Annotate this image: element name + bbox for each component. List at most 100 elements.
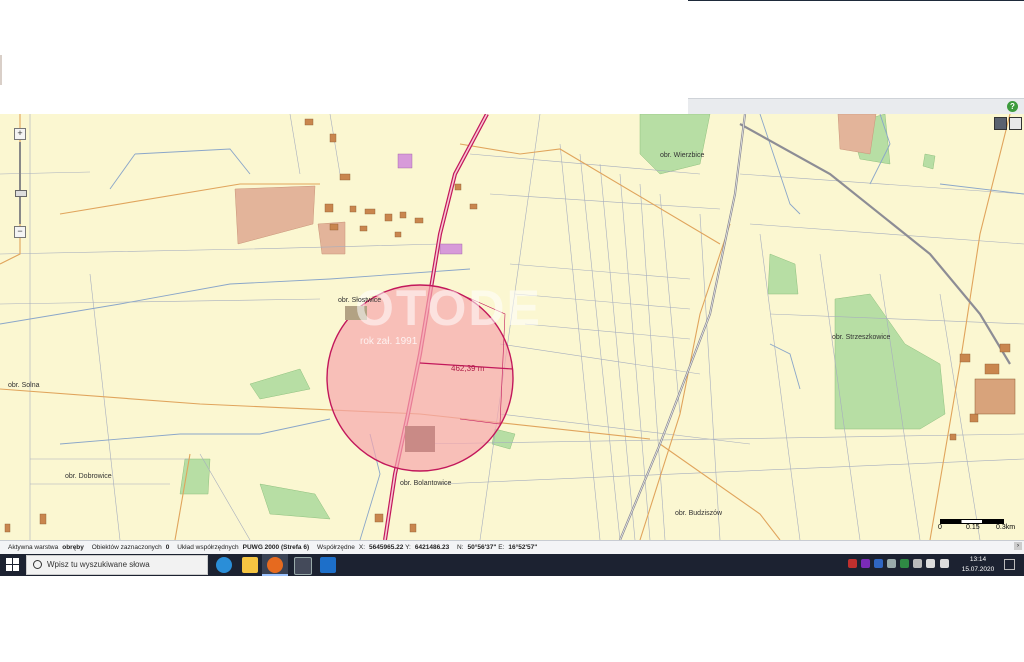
tray-shield-icon[interactable] [874,559,883,568]
building [414,217,424,224]
store-icon[interactable] [294,557,312,575]
status-crs-value: PUWG 2000 (Strefa 6) [242,544,310,551]
boundary-line [0,388,651,440]
status-selected-value: 0 [165,544,170,551]
building [359,225,368,232]
clock-time: 13:14 [969,556,987,563]
forest-area [249,368,311,400]
building [394,231,402,238]
status-crs-label: Układ współrzędnych [177,544,239,551]
status-selected-label: Obiektów zaznaczonych [91,544,162,551]
status-n-label: N: [457,544,464,551]
parcel-dark [405,426,435,452]
field-area [837,114,877,155]
label-bolantowice: obr. Bolantowice [400,480,452,487]
building [399,211,407,219]
file-explorer-icon[interactable] [242,557,258,573]
comment-icon[interactable] [994,117,1007,130]
farm-complex [974,378,1016,415]
firefox-icon[interactable] [267,557,283,573]
building [454,183,462,191]
zoom-slider-handle[interactable] [15,190,27,197]
distance-label: 462,39 m [451,364,485,373]
building [374,513,384,523]
tray-network-icon[interactable] [926,559,935,568]
outlook-icon[interactable] [320,557,336,573]
forest-area [639,114,711,175]
scale-label-0: 0 [938,524,942,531]
help-icon[interactable]: ? [1007,101,1018,112]
status-coords-label: Współrzędne [316,544,355,551]
status-layer-label: Aktywna warstwa [8,544,59,551]
search-tool-icon[interactable] [1009,117,1022,130]
field-area [234,185,316,245]
tray-onenote-icon[interactable] [861,559,870,568]
status-e-value: 16°52'57" [508,544,538,551]
status-n-value: 50°56'37" [467,544,497,551]
search-icon [33,560,42,569]
tray-volume-icon[interactable] [940,559,949,568]
tray-chevron-icon[interactable] [913,559,922,568]
status-scroll-icon[interactable]: › [1014,542,1022,550]
status-x-value: 5645965.22 [369,544,404,551]
label-wierzbice: obr. Wierzbice [660,152,705,159]
edge-icon[interactable] [216,557,232,573]
edge-mark [0,55,2,85]
tray-settings-icon[interactable] [887,559,896,568]
status-y-value: 6421486.23 [414,544,450,551]
building [999,343,1011,353]
label-dobrowice: obr. Dobrowice [65,473,112,480]
status-bar: Aktywna warstwa obręby Obiektów zaznaczon… [0,540,1024,554]
search-placeholder: Wpisz tu wyszukiwane słowa [47,560,150,569]
stream [109,153,136,190]
stream [769,343,801,390]
forest-area [179,458,211,495]
zoom-in-button[interactable]: + [14,128,26,140]
building [339,173,351,181]
building [329,223,339,231]
building [364,208,376,215]
building [324,203,334,213]
boundary-line [174,453,191,540]
public-building [439,243,463,255]
label-solna: obr. Solna [8,382,40,389]
scale-bar [940,519,1004,524]
stream [759,114,801,215]
railway [618,114,747,540]
label-slostwice: obr. Słostwice [338,297,382,304]
taskbar: Wpisz tu wyszukiwane słowa 13:14 15.07.2… [0,554,1024,576]
zoom-slider-track[interactable] [15,142,27,224]
building [409,523,417,533]
building [304,118,314,126]
zoom-control[interactable]: + − [14,128,27,238]
map-view[interactable]: OTODE rok zał. 1991 obr. Wierzbice obr. … [0,114,1024,540]
status-x-label: X: [358,544,366,551]
zoom-out-button[interactable]: − [14,226,26,238]
watermark: OTODE [355,280,542,336]
stream [134,148,251,175]
label-strzeszkowice: obr. Strzeszkowice [832,334,891,341]
windows-start-icon[interactable] [6,558,20,572]
building [984,363,1000,375]
browser-blank-area [0,0,1024,114]
tray-security-icon[interactable] [900,559,909,568]
tray-app-icon[interactable] [848,559,857,568]
building [4,523,11,533]
taskbar-search-input[interactable]: Wpisz tu wyszukiwane słowa [26,555,208,575]
top-divider [688,0,1024,1]
scale-label-mid: 0.15 [966,524,980,531]
scale-label-end: 0.3km [996,524,1016,531]
building [384,213,393,222]
building [349,205,357,213]
building [949,433,957,441]
forest-area [767,253,799,295]
label-budziszow: obr. Budziszów [675,510,723,517]
status-layer-value: obręby [62,544,84,551]
taskbar-clock[interactable]: 13:14 15.07.2020 [958,555,998,575]
boundary-line [659,443,781,540]
map-toolbar-strip [688,98,1024,115]
watermark-subtitle: rok zał. 1991 [360,336,418,347]
notification-icon[interactable] [1004,559,1015,570]
building [969,413,979,423]
forest-area [259,483,331,520]
